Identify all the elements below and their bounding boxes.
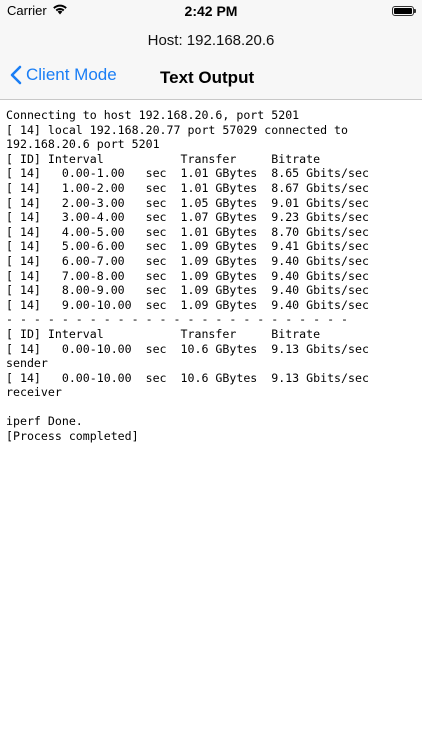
text-output: Connecting to host 192.168.20.6, port 52… <box>6 108 418 444</box>
output-line: [ 14] 8.00-9.00 sec 1.09 GBytes 9.40 Gbi… <box>6 283 369 298</box>
navigation-bar: Host: 192.168.20.6 Client Mode Text Outp… <box>0 22 422 100</box>
chevron-left-icon <box>10 65 22 85</box>
output-line: [ 14] 9.00-10.00 sec 1.09 GBytes 9.40 Gb… <box>6 297 369 312</box>
output-line: [ 14] 0.00-10.00 sec 10.6 GBytes 9.13 Gb… <box>6 370 369 385</box>
battery-icon <box>392 6 416 16</box>
output-line: [Process completed] <box>6 429 139 444</box>
output-line: [ 14] local 192.168.20.77 port 57029 con… <box>6 122 349 137</box>
status-time: 2:42 PM <box>184 3 238 19</box>
output-line: [ 14] 4.00-5.00 sec 1.01 GBytes 8.70 Gbi… <box>6 224 369 239</box>
output-line: [ 14] 5.00-6.00 sec 1.09 GBytes 9.41 Gbi… <box>6 239 369 254</box>
output-line: 192.168.20.6 port 5201 <box>6 137 160 152</box>
status-bar: Carrier 2:42 PM <box>0 0 422 22</box>
output-line: [ 14] 3.00-4.00 sec 1.07 GBytes 9.23 Gbi… <box>6 210 369 225</box>
output-line: sender <box>6 356 48 371</box>
output-line: [ 14] 6.00-7.00 sec 1.09 GBytes 9.40 Gbi… <box>6 253 369 268</box>
back-button-label: Client Mode <box>26 65 117 84</box>
host-label: Host: 192.168.20.6 <box>147 32 275 49</box>
back-button[interactable]: Client Mode <box>10 65 117 85</box>
output-line: - - - - - - - - - - - - - - - - - - - - … <box>6 312 349 327</box>
output-line: [ 14] 0.00-1.00 sec 1.01 GBytes 8.65 Gbi… <box>6 166 369 181</box>
page-title: Text Output <box>160 68 255 87</box>
output-line: Connecting to host 192.168.20.6, port 52… <box>6 108 300 122</box>
output-line: [ ID] Interval Transfer Bitrate <box>6 326 321 341</box>
output-line: [ 14] 0.00-10.00 sec 10.6 GBytes 9.13 Gb… <box>6 341 369 356</box>
output-line: iperf Done. <box>6 414 83 429</box>
output-line: receiver <box>6 385 62 400</box>
output-line: [ 14] 1.00-2.00 sec 1.01 GBytes 8.67 Gbi… <box>6 180 369 195</box>
output-line: [ 14] 7.00-8.00 sec 1.09 GBytes 9.40 Gbi… <box>6 268 369 283</box>
output-line: [ ID] Interval Transfer Bitrate <box>6 151 321 166</box>
output-line: [ 14] 2.00-3.00 sec 1.05 GBytes 9.01 Gbi… <box>6 195 369 210</box>
